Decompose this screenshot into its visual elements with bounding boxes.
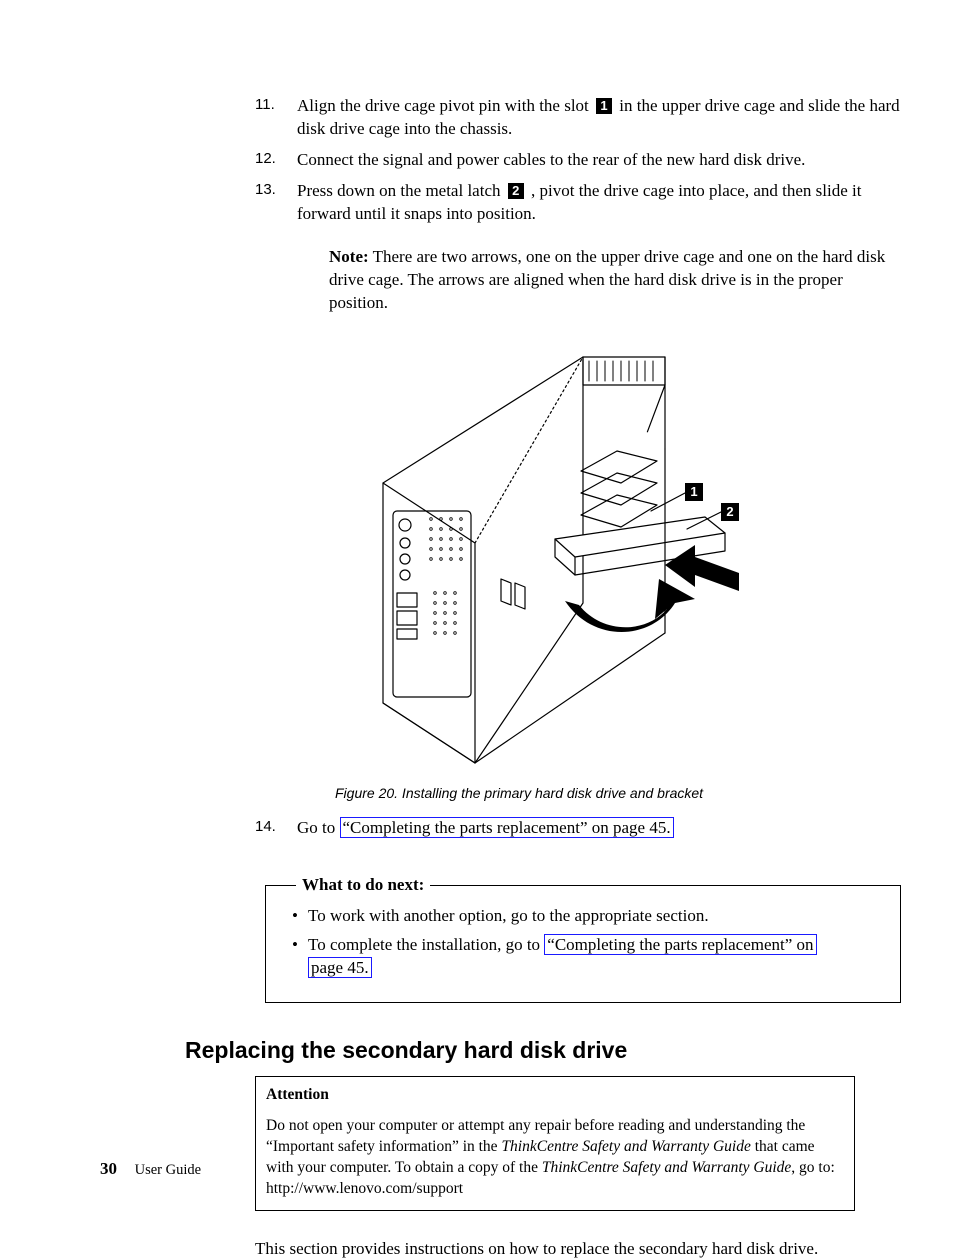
list-item: To work with another option, go to the a… <box>288 905 878 928</box>
attention-text: Do not open your computer or attempt any… <box>266 1117 835 1197</box>
figure-caption: Figure 20. Installing the primary hard d… <box>335 785 901 801</box>
step-12: 12. Connect the signal and power cables … <box>265 149 901 172</box>
doc-title: User Guide <box>135 1162 201 1178</box>
page-footer: 30 User Guide <box>100 1159 201 1179</box>
step-text: Go to “Completing the parts replacement”… <box>297 817 674 838</box>
xref-link[interactable]: “Completing the parts replacement” on <box>544 934 816 955</box>
step-11: 11. Align the drive cage pivot pin with … <box>265 95 901 141</box>
xref-link[interactable]: page 45. <box>308 957 372 978</box>
note-label: Note: <box>329 247 369 266</box>
attention-box: Attention Do not open your computer or a… <box>255 1076 855 1211</box>
figure: 1 2 <box>345 343 741 773</box>
what-next-list: To work with another option, go to the a… <box>288 905 878 980</box>
step-text: Align the drive cage pivot pin with the … <box>297 96 900 138</box>
step-14: 14. Go to “Completing the parts replacem… <box>265 817 901 840</box>
section-intro: This section provides instructions on ho… <box>255 1239 870 1259</box>
note-body: There are two arrows, one on the upper d… <box>329 247 885 312</box>
step-number: 13. <box>255 180 276 200</box>
page-number: 30 <box>100 1159 117 1178</box>
list-item: To complete the installation, go to “Com… <box>288 934 878 980</box>
step-text: Press down on the metal latch 2 , pivot … <box>297 181 861 223</box>
step-number: 11. <box>255 95 275 115</box>
what-next-legend: What to do next: <box>296 875 430 895</box>
step-number: 14. <box>255 817 276 837</box>
section-body: Attention Do not open your computer or a… <box>255 1076 870 1259</box>
step-13: 13. Press down on the metal latch 2 , pi… <box>265 180 901 315</box>
xref-link[interactable]: “Completing the parts replacement” on pa… <box>340 817 674 838</box>
figure-illustration <box>345 343 741 773</box>
note: Note: There are two arrows, one on the u… <box>329 246 901 315</box>
figure-callout-1: 1 <box>685 483 703 501</box>
page: 11. Align the drive cage pivot pin with … <box>0 0 954 1235</box>
attention-url: http://www.lenovo.com/support <box>266 1180 463 1197</box>
step-list: 11. Align the drive cage pivot pin with … <box>265 95 901 315</box>
callout-1: 1 <box>596 98 612 114</box>
step-list-2: 14. Go to “Completing the parts replacem… <box>265 817 901 840</box>
step-number: 12. <box>255 149 276 169</box>
section-heading: Replacing the secondary hard disk drive <box>185 1037 870 1064</box>
step-text: Connect the signal and power cables to t… <box>297 150 805 169</box>
figure-wrap: 1 2 Figure 20. Installing the primary ha… <box>345 343 901 801</box>
attention-label: Attention <box>266 1085 844 1106</box>
callout-2: 2 <box>508 183 524 199</box>
figure-callout-2: 2 <box>721 503 739 521</box>
main-content: 11. Align the drive cage pivot pin with … <box>265 95 901 1003</box>
what-next-box: What to do next: To work with another op… <box>265 875 901 1003</box>
